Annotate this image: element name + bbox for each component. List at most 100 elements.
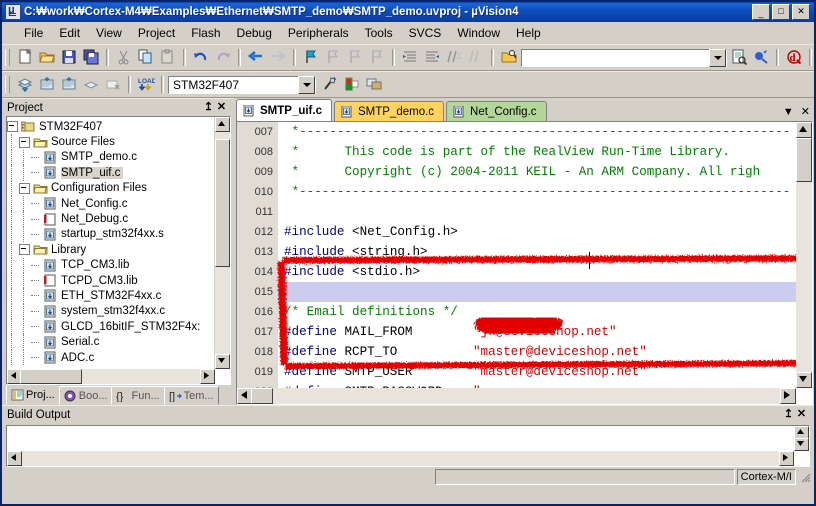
- tree-item[interactable]: Serial.c: [7, 334, 215, 351]
- tree-item[interactable]: Configuration Files: [7, 180, 215, 197]
- target-combo[interactable]: STM32F407: [168, 75, 316, 94]
- code-line[interactable]: 007 *-----------------------------------…: [237, 122, 796, 142]
- comment-lines-icon[interactable]: [443, 47, 465, 68]
- outdent-icon[interactable]: [421, 47, 443, 68]
- scroll-right-button[interactable]: [779, 451, 794, 466]
- build-output-box[interactable]: [6, 425, 810, 467]
- redo-icon[interactable]: [212, 47, 234, 68]
- save-all-icon[interactable]: [80, 47, 102, 68]
- menu-item-window[interactable]: Window: [449, 24, 508, 42]
- code-line[interactable]: 014 #include <stdio.h>: [237, 262, 796, 282]
- target-combo-value[interactable]: STM32F407: [169, 78, 298, 92]
- find-next-icon[interactable]: [750, 47, 772, 68]
- project-tab-0[interactable]: Proj...: [6, 384, 60, 405]
- navigate-forward-icon[interactable]: [267, 47, 289, 68]
- tree-item[interactable]: SMTP_demo.c: [7, 149, 215, 166]
- scroll-right-button[interactable]: [780, 388, 796, 404]
- project-tab-3[interactable]: [] Tem...: [163, 386, 219, 405]
- code-line[interactable]: 017 #define MAIL_FROM "jk@deviceshop.net": [237, 322, 796, 342]
- vscroll-thumb[interactable]: [215, 139, 230, 267]
- menu-item-tools[interactable]: Tools: [357, 24, 401, 42]
- menu-item-peripherals[interactable]: Peripherals: [280, 24, 357, 42]
- save-icon[interactable]: [58, 47, 80, 68]
- paste-icon[interactable]: [157, 47, 179, 68]
- minimize-button[interactable]: _: [752, 4, 770, 20]
- close-icon[interactable]: ✕: [795, 408, 808, 421]
- scroll-up-button[interactable]: [796, 122, 812, 138]
- project-tab-2[interactable]: {} Fun...: [111, 386, 165, 405]
- scroll-up-button[interactable]: [215, 117, 230, 132]
- vscroll-thumb[interactable]: [796, 138, 812, 182]
- undo-icon[interactable]: [190, 47, 212, 68]
- project-tree-vscrollbar[interactable]: [214, 117, 230, 369]
- bookmark-next-icon[interactable]: [344, 47, 366, 68]
- tree-item[interactable]: startup_stm32f4xx.s: [7, 226, 215, 243]
- maximize-button[interactable]: □: [772, 4, 790, 20]
- target-options-icon[interactable]: [319, 74, 341, 95]
- code-line[interactable]: 008 * This code is part of the RealView …: [237, 142, 796, 162]
- tree-item[interactable]: TCP_CM3.lib: [7, 257, 215, 274]
- editor-tab-0[interactable]: SMTP_uif.c: [236, 99, 332, 121]
- scroll-left-button[interactable]: [7, 451, 22, 466]
- tab-list-dropdown-icon[interactable]: ▼: [783, 106, 794, 118]
- bookmark-toggle-icon[interactable]: [300, 47, 322, 68]
- indent-icon[interactable]: [399, 47, 421, 68]
- bookmark-prev-icon[interactable]: [322, 47, 344, 68]
- build-output-hscrollbar[interactable]: [7, 451, 794, 466]
- code-line[interactable]: 012 #include <Net_Config.h>: [237, 222, 796, 242]
- multi-project-icon[interactable]: [363, 74, 385, 95]
- menu-item-file[interactable]: File: [16, 24, 51, 42]
- close-button[interactable]: ✕: [792, 4, 810, 20]
- code-area[interactable]: 007 *-----------------------------------…: [237, 122, 796, 388]
- project-tree-hscrollbar[interactable]: [7, 369, 215, 384]
- code-line[interactable]: 015: [237, 282, 796, 302]
- download-to-flash-icon[interactable]: LOAD: [135, 74, 157, 95]
- tree-item[interactable]: Source Files: [7, 134, 215, 151]
- manage-components-icon[interactable]: [341, 74, 363, 95]
- editor-tab-2[interactable]: Net_Config.c: [446, 101, 547, 121]
- tree-item[interactable]: GLCD_16bitIF_STM32F4x:: [7, 319, 215, 335]
- find-combo-arrow[interactable]: [709, 48, 726, 67]
- translate-file-icon[interactable]: [14, 74, 36, 95]
- pin-icon[interactable]: ↥: [202, 101, 215, 114]
- rebuild-all-icon[interactable]: [58, 74, 80, 95]
- new-file-icon[interactable]: [14, 47, 36, 68]
- scroll-down-button[interactable]: [794, 438, 809, 451]
- pin-icon[interactable]: ↥: [782, 408, 795, 421]
- editor-hscrollbar[interactable]: [237, 388, 796, 404]
- code-line[interactable]: 018 #define RCPT_TO "master@deviceshop.ne…: [237, 342, 796, 362]
- tree-item[interactable]: Net_Config.c: [7, 195, 215, 212]
- tree-expander[interactable]: [19, 182, 30, 194]
- menu-item-help[interactable]: Help: [508, 24, 549, 42]
- tree-expander[interactable]: [19, 136, 30, 148]
- toolbar-grip[interactable]: [5, 49, 10, 66]
- tree-item[interactable]: Library: [7, 242, 215, 258]
- tree-expander[interactable]: [19, 244, 30, 256]
- uncomment-lines-icon[interactable]: [465, 47, 487, 68]
- tree-item[interactable]: STM32F407: [7, 119, 215, 134]
- menu-item-view[interactable]: View: [88, 24, 130, 42]
- close-icon[interactable]: ✕: [215, 101, 228, 114]
- target-combo-arrow[interactable]: [298, 75, 315, 94]
- find-in-files-icon[interactable]: [728, 47, 750, 68]
- resize-grip[interactable]: [798, 470, 812, 484]
- tree-item[interactable]: SMTP_uif.c: [7, 165, 215, 181]
- bookmark-clear-icon[interactable]: [366, 47, 388, 68]
- copy-icon[interactable]: [135, 47, 157, 68]
- menu-item-flash[interactable]: Flash: [183, 24, 228, 42]
- menu-item-edit[interactable]: Edit: [51, 24, 88, 42]
- scroll-right-button[interactable]: [200, 369, 215, 384]
- tree-item[interactable]: Net_Debug.c: [7, 211, 215, 228]
- cut-icon[interactable]: [113, 47, 135, 68]
- code-line[interactable]: 009 * Copyright (c) 2004-2011 KEIL - An …: [237, 162, 796, 182]
- code-line[interactable]: 010 *-----------------------------------…: [237, 182, 796, 202]
- hscroll-thumb[interactable]: [251, 388, 273, 404]
- tree-item[interactable]: TCPD_CM3.lib: [7, 272, 215, 289]
- scroll-down-button[interactable]: [215, 354, 230, 369]
- open-file-browse-icon[interactable]: [498, 47, 520, 68]
- hscroll-thumb[interactable]: [20, 369, 82, 384]
- menu-item-project[interactable]: Project: [130, 24, 183, 42]
- code-lines[interactable]: 007 *-----------------------------------…: [237, 122, 796, 388]
- tree-item[interactable]: ETH_STM32F4xx.c: [7, 288, 215, 305]
- code-line[interactable]: 011: [237, 202, 796, 222]
